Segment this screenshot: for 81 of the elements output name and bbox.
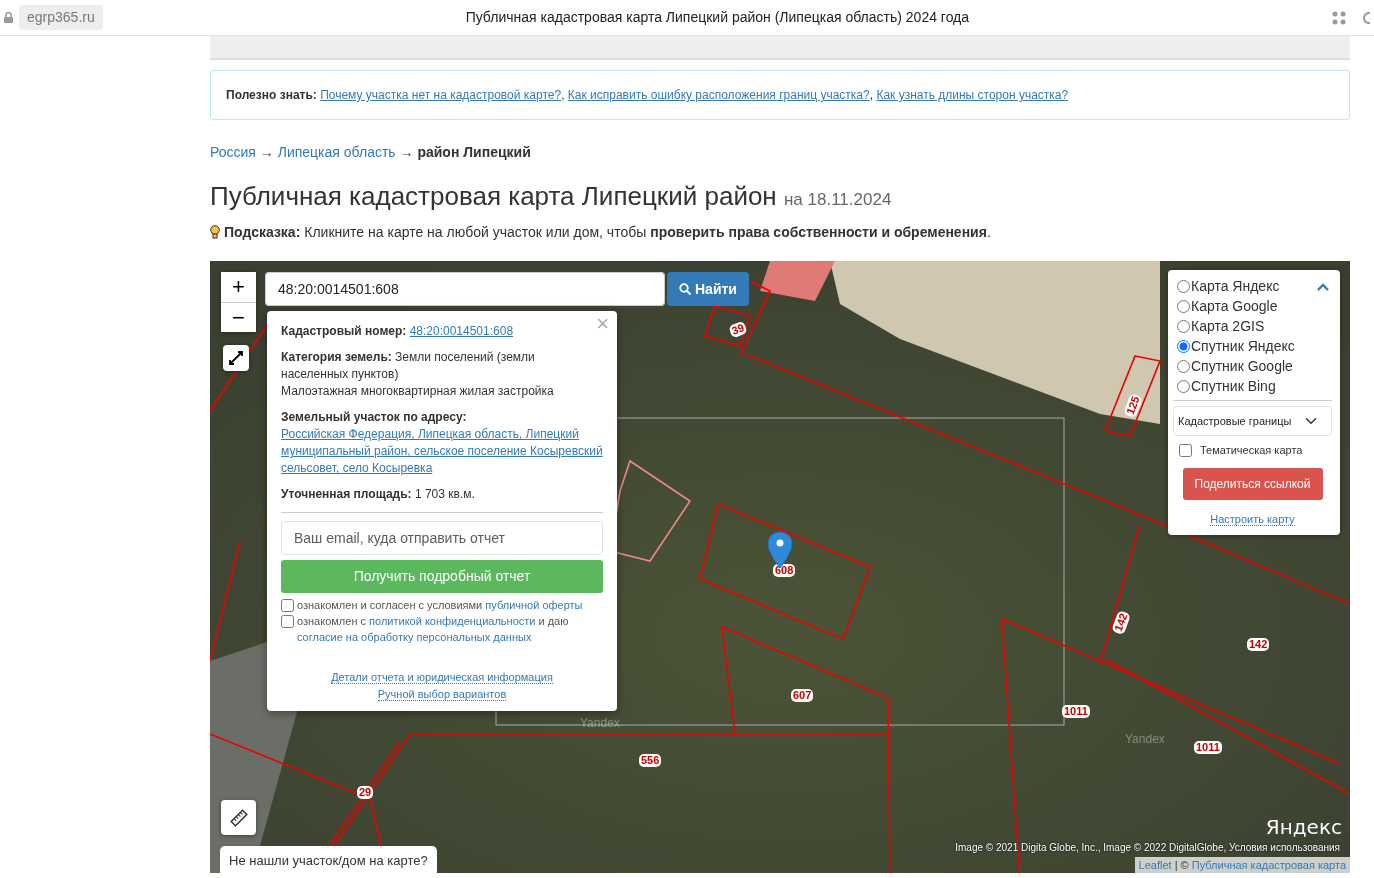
configure-map-link[interactable]: Настроить карту [1210, 513, 1295, 527]
breadcrumb-separator: → [259, 144, 274, 160]
search-button[interactable]: Найти [667, 272, 749, 307]
search-field[interactable]: 48:20:0014501:608 [265, 272, 665, 307]
breadcrumb-current: район Липецкий [417, 144, 531, 160]
details-link[interactable]: Ручной выбор вариантов [377, 688, 507, 702]
breadcrumb-separator: → [399, 144, 414, 160]
attribution-link[interactable]: Leaflet [1138, 858, 1172, 871]
consent-checkbox[interactable] [281, 599, 294, 613]
layer-option-label[interactable]: Спутник Google [1191, 356, 1293, 377]
search-icon [679, 283, 691, 296]
lock-icon [4, 12, 13, 23]
zoom-in-button[interactable]: + [221, 272, 256, 303]
layer-radio[interactable] [1177, 299, 1190, 313]
layer-option-label[interactable]: Карта Яндекс [1191, 276, 1280, 297]
map-watermark: Yandex [1125, 731, 1165, 749]
help-link[interactable]: Почему участка нет на кадастровой карте? [320, 88, 562, 102]
field-value: Малоэтажная многоквартирная жилая застройка [281, 383, 555, 401]
consent-link[interactable]: публичной оферты [485, 599, 583, 612]
not-found-link[interactable]: Не нашли участок/дом на карте? [220, 846, 437, 874]
parcel-number-label: 607 [791, 689, 814, 703]
breadcrumb-link[interactable]: Липецкая область [277, 144, 396, 160]
parcel-number-label: 1011 [1062, 705, 1090, 719]
consent-text: и даю [538, 615, 569, 628]
attribution-separator: | [1174, 858, 1178, 871]
consent-checkbox[interactable] [281, 615, 294, 629]
field-label: Земельный участок по адресу: [281, 410, 467, 425]
layer-radio[interactable] [1177, 319, 1190, 333]
parcel-number-label: 556 [639, 754, 662, 768]
share-link-button[interactable]: Поделиться ссылкой [1182, 468, 1323, 501]
field-text: Уточненная площадь: 1 703 кв.м. [281, 486, 476, 504]
zoom-out-button[interactable]: − [221, 302, 256, 333]
checkbox-label: Тематическая карта [1200, 443, 1303, 459]
window-title: Публичная кадастровая карта Липецкий район (Липецкая область) 2024 года [464, 8, 971, 27]
consent-link[interactable]: согласие на обработку персональных данных [297, 631, 532, 644]
layer-radio[interactable] [1177, 379, 1190, 393]
consent-text: ознакомлен с [297, 615, 366, 628]
email-field[interactable]: Ваш email, куда отправить отчет [281, 521, 603, 556]
overlay-select[interactable]: Кадастровые границы [1173, 406, 1332, 437]
details-link[interactable]: Детали отчета и юридическая информация [331, 671, 553, 685]
ruler-icon [229, 808, 248, 827]
date-text: на 18.11.2024 [783, 190, 892, 209]
parcel-number-label: 142 [1247, 638, 1270, 652]
parcel-number-label: 29 [357, 786, 374, 800]
help-link[interactable]: Как узнать длины сторон участка? [876, 88, 1069, 102]
map-logo: Яндекс [1265, 817, 1342, 838]
layer-radio[interactable] [1177, 359, 1190, 373]
thematic-checkbox[interactable] [1179, 443, 1192, 457]
layer-option-label[interactable]: Карта Google [1191, 296, 1278, 317]
separator-text: , [869, 88, 874, 102]
get-report-button[interactable]: Получить подробный отчет [281, 560, 603, 594]
separator-text: , [561, 88, 565, 102]
layer-option-label[interactable]: Карта 2GIS [1191, 316, 1265, 337]
expand-icon [229, 351, 243, 366]
layer-option-label[interactable]: Спутник Bing [1191, 376, 1276, 397]
collapse-icon[interactable] [1317, 283, 1329, 292]
consent-link[interactable]: политикой конфиденциальности [369, 615, 536, 628]
fullscreen-button[interactable] [223, 345, 249, 372]
consent-text: ознакомлен и согласен с условиями [297, 599, 483, 612]
url-field[interactable]: egrp365.ru [19, 5, 103, 30]
lightbulb-icon [210, 225, 220, 241]
reload-icon[interactable] [1362, 10, 1370, 25]
field-label: Кадастровый номер: [281, 324, 407, 339]
field-value-link[interactable]: 48:20:0014501:608 [409, 323, 514, 341]
notice-label: Полезно знать: [226, 88, 317, 102]
help-link[interactable]: Как исправить ошибку расположения границ участка? [567, 88, 870, 102]
layer-radio[interactable] [1177, 279, 1190, 293]
layer-option-label[interactable]: Спутник Яндекс [1191, 336, 1295, 357]
field-value-link[interactable]: Российская Федерация, Липецкая область, Липецкий муниципальный район, сельское поселение Косыревский сельсовет, село Косыревка [281, 426, 603, 478]
map-watermark: Yandex [580, 715, 620, 733]
page-title: Публичная кадастровая карта Липецкий район [210, 181, 777, 211]
attribution-link[interactable]: Публичная кадастровая карта [1191, 858, 1346, 871]
field-text: Категория земель: Земли поселений (земли населенных пунктов) [281, 349, 536, 384]
hint-text: Кликните на карте на любой участок или дом, чтобы проверить права собственности и обременения. [304, 223, 991, 243]
breadcrumb-link[interactable]: Россия [210, 144, 256, 160]
parcel-number-label: 1011 [1194, 741, 1222, 755]
ruler-button[interactable] [221, 800, 256, 836]
copyright-sign: © [1180, 858, 1189, 871]
hint-label: Подсказка: [224, 223, 301, 243]
layer-radio[interactable] [1177, 339, 1190, 353]
extensions-icon[interactable] [1332, 10, 1346, 25]
